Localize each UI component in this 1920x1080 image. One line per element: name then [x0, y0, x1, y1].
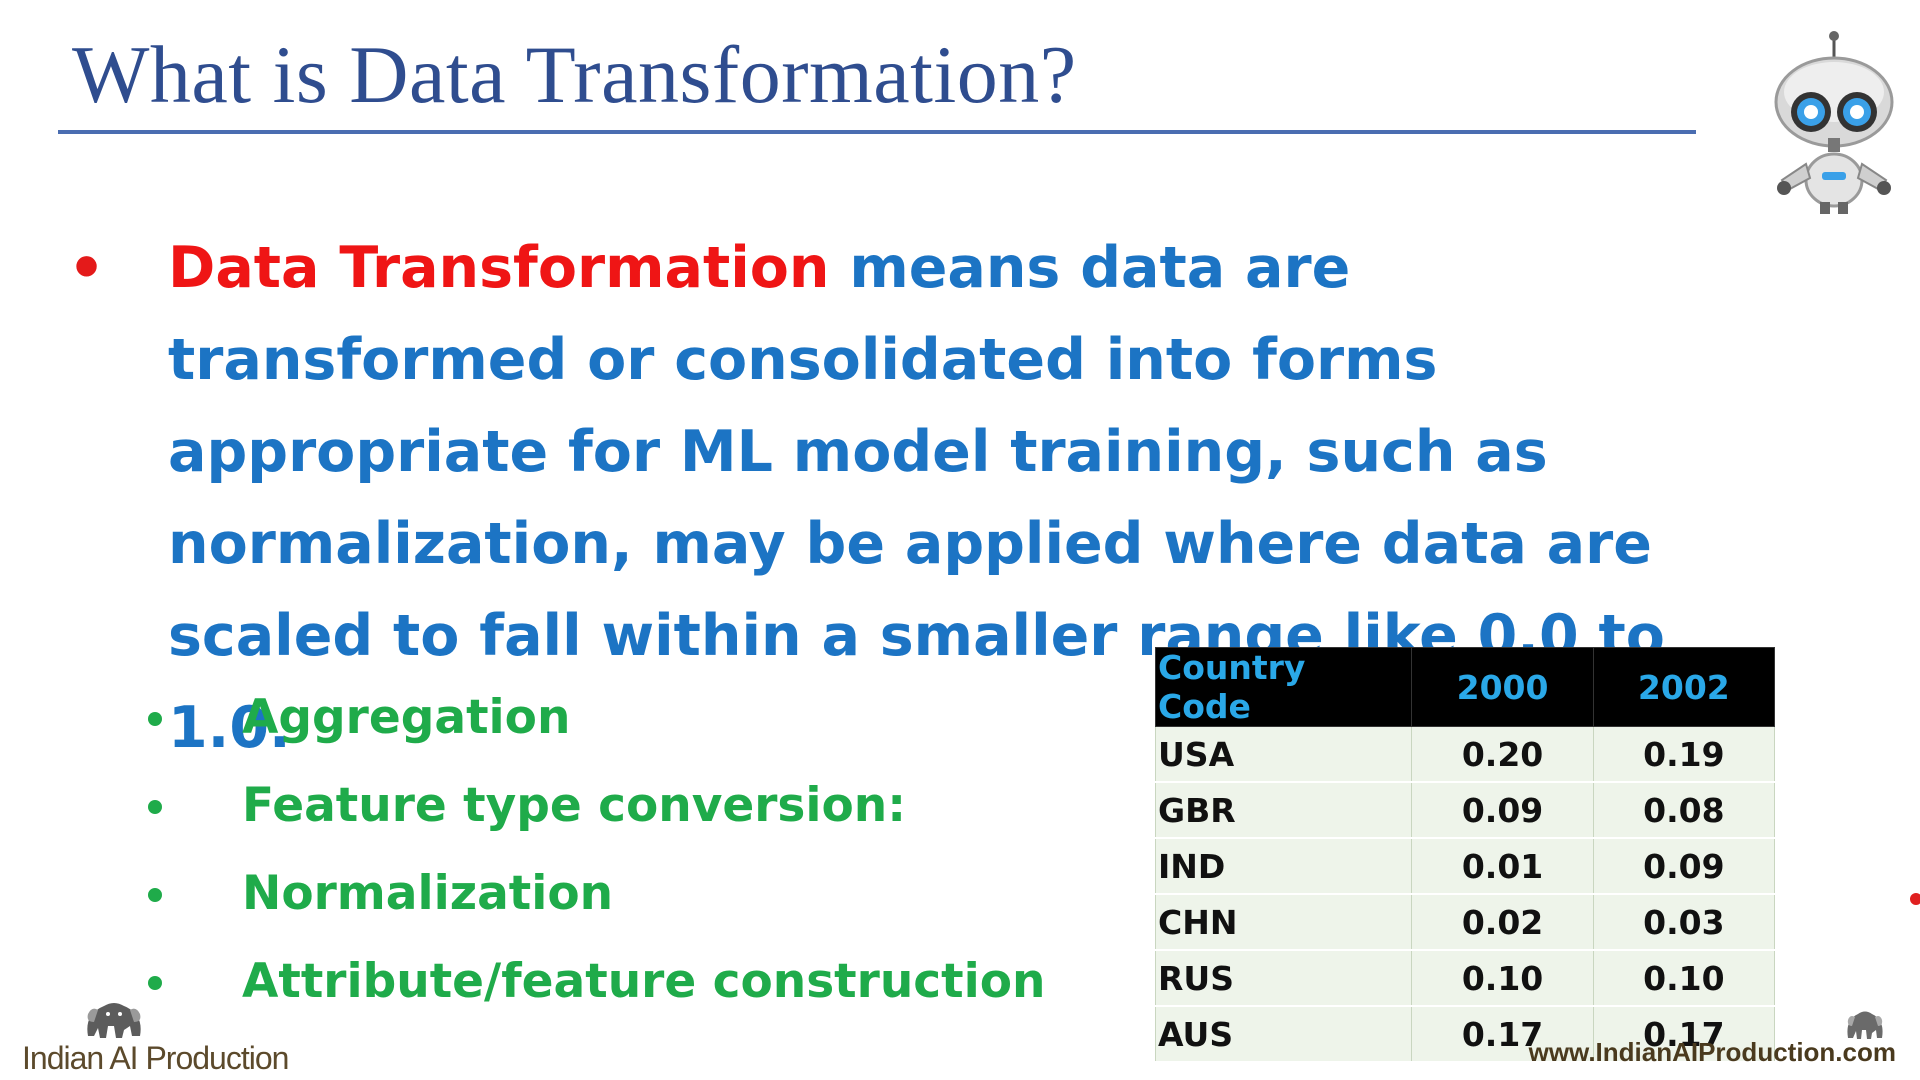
table-cell: GBR: [1154, 782, 1413, 839]
table-cell: 0.02: [1411, 894, 1594, 951]
table-cell: IND: [1154, 838, 1413, 895]
bullet-dot: [148, 712, 162, 726]
website-url: www.IndianAIProduction.com: [1528, 1037, 1896, 1067]
sub-point-label: Aggregation: [242, 690, 571, 745]
sub-point-label: Attribute/feature construction: [242, 954, 1046, 1009]
table-row: IND 0.01 0.09: [1154, 838, 1776, 895]
table-cell: 0.01: [1411, 838, 1594, 895]
column-header: 2002: [1592, 647, 1776, 727]
table-row: USA 0.20 0.19: [1154, 726, 1776, 783]
table-cell: RUS: [1154, 950, 1413, 1007]
table-cell: 0.09: [1592, 838, 1776, 895]
table-cell: AUS: [1154, 1006, 1413, 1063]
title-underline: [58, 130, 1696, 134]
table-cell: USA: [1154, 726, 1413, 783]
slide-title: What is Data Transformation?: [72, 29, 1077, 120]
robot-icon: [1774, 31, 1894, 214]
table-cell: 0.03: [1592, 894, 1776, 951]
table-header-row: Country Code 2000 2002: [1154, 647, 1776, 727]
list-item: Attribute/feature construction: [148, 954, 1048, 1042]
brand-name: Indian AI Production: [22, 1040, 289, 1076]
table-cell: 0.20: [1411, 726, 1594, 783]
sub-point-list: Aggregation Feature type conversion: Nor…: [148, 690, 1048, 1042]
bullet-dot: [148, 976, 162, 990]
main-point-term: Data Transformation: [168, 235, 830, 301]
column-header: 2000: [1411, 647, 1594, 727]
list-item: Aggregation: [148, 690, 1048, 778]
sub-point-label: Feature type conversion:: [242, 778, 907, 833]
brand-logo: Indian AI Production: [22, 996, 289, 1076]
list-item: Feature type conversion:: [148, 778, 1048, 866]
main-bullet-dot: •: [68, 234, 106, 302]
list-item: Normalization: [148, 866, 1048, 954]
table-cell: 0.10: [1592, 950, 1776, 1007]
column-header: Country Code: [1154, 647, 1413, 727]
bullet-dot: [148, 800, 162, 814]
table-row: GBR 0.09 0.08: [1154, 782, 1776, 839]
table-cell: 0.09: [1411, 782, 1594, 839]
table-row: CHN 0.02 0.03: [1154, 894, 1776, 951]
table-cell: CHN: [1154, 894, 1413, 951]
table-cell: 0.10: [1411, 950, 1594, 1007]
slide: What is Data Transformation? • Data Tran…: [0, 0, 1920, 1080]
table-cell: 0.19: [1592, 726, 1776, 783]
country-data-table: Country Code 2000 2002 USA 0.20 0.19 GBR…: [1154, 647, 1776, 1063]
bullet-dot: [148, 888, 162, 902]
table-row: RUS 0.10 0.10: [1154, 950, 1776, 1007]
table-cell: 0.08: [1592, 782, 1776, 839]
pointer-dot: [1910, 893, 1920, 905]
elephant-icon: [87, 1003, 141, 1038]
sub-point-label: Normalization: [242, 866, 614, 921]
